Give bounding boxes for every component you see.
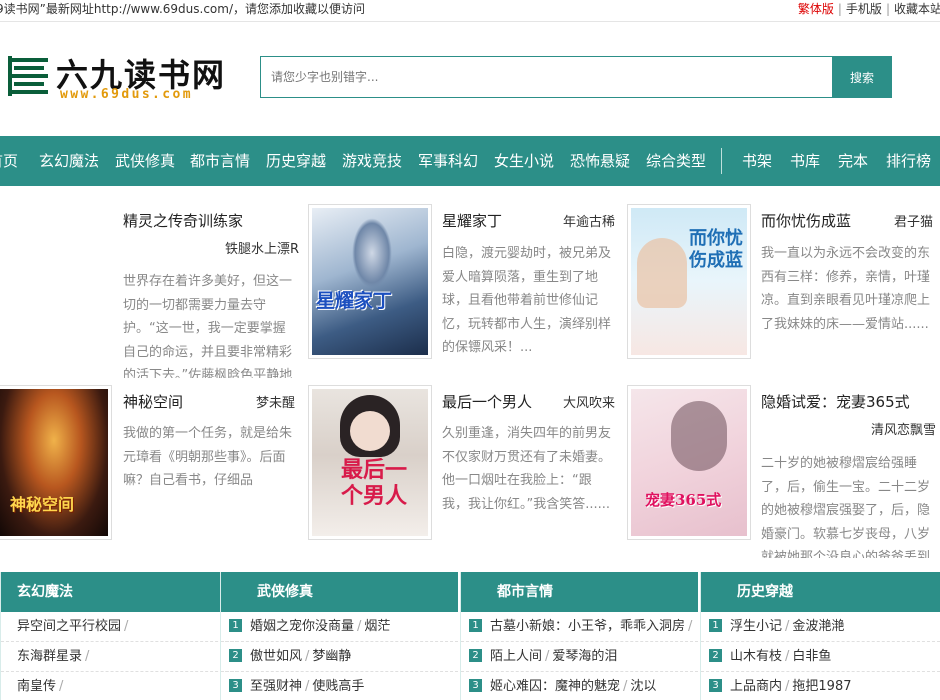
category-header[interactable]: 玄幻魔法 bbox=[1, 572, 238, 612]
site-logo[interactable]: 六九读书网 www.69dus.com bbox=[8, 54, 244, 104]
cover-title: 神秘空间 bbox=[10, 495, 75, 514]
nav-zonghe[interactable]: 综合类型 bbox=[646, 136, 706, 186]
list-item[interactable]: 2 陌上人间 / 爱琴海的泪 bbox=[461, 642, 698, 672]
book-cover[interactable]: 而你忧伤成蓝 bbox=[627, 204, 751, 359]
book-title[interactable]: 星耀家丁 bbox=[442, 210, 502, 231]
nav-wuxia[interactable]: 武侠修真 bbox=[115, 136, 175, 186]
rank-badge: 1 bbox=[229, 619, 242, 632]
nav-ranking[interactable]: 排行榜 bbox=[886, 136, 931, 186]
book-cover[interactable]: 宠妻365式 bbox=[627, 385, 751, 540]
site-notice: 9读书网”最新网址http://www.69dus.com/，请您添加收藏以便访… bbox=[0, 2, 366, 16]
rank-badge: 2 bbox=[229, 649, 242, 662]
category-column-wuxia: 武侠修真 1 婚姻之宠你没商量 / 烟茫 2 傲世如风 / 梦幽静 3 至强财神 / 使贱高手 bbox=[220, 572, 458, 700]
book-author[interactable]: 梦未醒 bbox=[256, 392, 295, 411]
list-item[interactable]: 南皇传 / bbox=[1, 672, 238, 700]
cover-title: 最后一个男人 bbox=[340, 457, 407, 509]
nav-youxi[interactable]: 游戏竞技 bbox=[342, 136, 402, 186]
list-item[interactable]: 异空间之平行校园 / bbox=[1, 612, 238, 642]
traditional-chinese-link[interactable]: 繁体版 bbox=[798, 2, 834, 16]
book-title[interactable]: 隐婚试爱：宠妻365式 bbox=[761, 391, 910, 412]
rank-badge: 2 bbox=[709, 649, 722, 662]
list-item[interactable]: 东海群星录 / bbox=[1, 642, 238, 672]
book-title[interactable]: 神秘空间 bbox=[123, 391, 183, 412]
rank-badge: 3 bbox=[229, 679, 242, 692]
search-bar: 搜索 bbox=[260, 56, 892, 98]
rank-badge: 2 bbox=[469, 649, 482, 662]
nav-xuanhuan[interactable]: 玄幻魔法 bbox=[39, 136, 99, 186]
nav-junshi[interactable]: 军事科幻 bbox=[418, 136, 478, 186]
book-author[interactable]: 君子猫 bbox=[894, 211, 933, 230]
list-item[interactable]: 2 傲世如风 / 梦幽静 bbox=[221, 642, 458, 672]
book-author[interactable]: 清风恋飘雪 bbox=[871, 419, 936, 438]
list-item[interactable]: 1 婚姻之宠你没商量 / 烟茫 bbox=[221, 612, 458, 642]
rank-badge: 3 bbox=[469, 679, 482, 692]
list-item[interactable]: 1 浮生小记 / 金波滟滟 bbox=[701, 612, 940, 642]
list-item[interactable]: 2 山木有枝 / 白非鱼 bbox=[701, 642, 940, 672]
nav-divider bbox=[721, 148, 722, 174]
category-column-dushi: 都市言情 1 古墓小新娘：小王爷，乖乖入洞房/ 2 陌上人间 / 爱琴海的泪 3 姬心难囚… bbox=[460, 572, 698, 700]
nav-home[interactable]: 首页 bbox=[0, 136, 18, 186]
book-cover[interactable]: 神秘空间 bbox=[0, 385, 112, 540]
list-item[interactable]: 1 古墓小新娘：小王爷，乖乖入洞房 / bbox=[461, 612, 698, 642]
category-header[interactable]: 都市言情 bbox=[461, 572, 698, 612]
book-desc: 世界存在着许多美好，但这一切的一切都需要力量去守护。“这一世，我一定要掌握自己的… bbox=[123, 274, 293, 378]
book-desc: 白隐，渡元婴劫时，被兄弟及爱人暗算陨落，重生到了地球，且看他带着前世修仙记忆，玩… bbox=[442, 246, 612, 355]
nav-bookshelf[interactable]: 书架 bbox=[742, 136, 772, 186]
category-header[interactable]: 武侠修真 bbox=[221, 572, 458, 612]
main-nav: 首页 玄幻魔法 武侠修真 都市言情 历史穿越 游戏竞技 军事科幻 女生小说 恐怖… bbox=[0, 136, 940, 186]
list-item[interactable]: 3 至强财神 / 使贱高手 bbox=[221, 672, 458, 700]
book-cover[interactable]: 星耀家丁 bbox=[308, 204, 432, 359]
category-header[interactable]: 历史穿越 bbox=[701, 572, 940, 612]
list-item[interactable]: 3 姬心难囚：魔神的魅宠 / 沈以 bbox=[461, 672, 698, 700]
rank-badge: 1 bbox=[469, 619, 482, 632]
category-column-lishi: 历史穿越 1 浮生小记 / 金波滟滟 2 山木有枝 / 白非鱼 3 上品商内 / 拖把1987 bbox=[700, 572, 940, 700]
rank-badge: 3 bbox=[709, 679, 722, 692]
cover-title: 星耀家丁 bbox=[316, 290, 393, 312]
logo-mark-icon bbox=[8, 56, 52, 100]
logo-url: www.69dus.com bbox=[60, 87, 193, 102]
book-title[interactable]: 而你忧伤成蓝 bbox=[761, 210, 851, 231]
book-desc: 我一直以为永远不会改变的东西有三样：修养，亲情，叶瑾凉。直到亲眼看见叶瑾凉爬上了… bbox=[761, 246, 931, 332]
search-input[interactable] bbox=[260, 56, 832, 98]
nav-library[interactable]: 书库 bbox=[790, 136, 820, 186]
book-author[interactable]: 年逾古稀 bbox=[563, 211, 615, 230]
book-desc: 二十岁的她被穆熠宸给强睡了，后，偷生一宝。二十二岁的她被穆熠宸强娶了，后，隐婚豪… bbox=[761, 456, 931, 558]
cover-title: 而你忧伤成蓝 bbox=[689, 228, 743, 271]
book-title[interactable]: 最后一个男人 bbox=[442, 391, 532, 412]
book-title[interactable]: 精灵之传奇训练家 bbox=[123, 210, 243, 231]
nav-lishi[interactable]: 历史穿越 bbox=[266, 136, 326, 186]
nav-dushi[interactable]: 都市言情 bbox=[190, 136, 250, 186]
top-links: 繁体版 | 手机版 | 收藏本站 bbox=[797, 2, 940, 16]
list-item[interactable]: 3 上品商内 / 拖把1987 bbox=[701, 672, 940, 700]
nav-nvsheng[interactable]: 女生小说 bbox=[494, 136, 554, 186]
cover-title: 宠妻365式 bbox=[645, 491, 722, 509]
rank-badge: 1 bbox=[709, 619, 722, 632]
mobile-version-link[interactable]: 手机版 bbox=[846, 2, 882, 16]
book-author[interactable]: 大风吹来 bbox=[563, 392, 615, 411]
book-author[interactable]: 铁腿水上漂R bbox=[225, 238, 299, 257]
book-desc: 我做的第一个任务，就是给朱元璋看《明朝那些事》。后面嘛？自己看书，仔细品味。..… bbox=[123, 426, 293, 488]
book-cover[interactable]: 最后一个男人 bbox=[308, 385, 432, 540]
top-bar: 9读书网”最新网址http://www.69dus.com/，请您添加收藏以便访… bbox=[0, 0, 940, 22]
nav-completed[interactable]: 完本 bbox=[838, 136, 868, 186]
bookmark-site-link[interactable]: 收藏本站 bbox=[894, 2, 940, 16]
category-column-xuanhuan: 玄幻魔法 异空间之平行校园 / 东海群星录 / 南皇传 / bbox=[0, 572, 238, 700]
nav-kongbu[interactable]: 恐怖悬疑 bbox=[570, 136, 630, 186]
book-desc: 久别重逢，消失四年的前男友不仅家财万贯还有了未婚妻。他一口烟吐在我脸上：“跟我，… bbox=[442, 426, 612, 512]
search-button[interactable]: 搜索 bbox=[832, 56, 892, 98]
